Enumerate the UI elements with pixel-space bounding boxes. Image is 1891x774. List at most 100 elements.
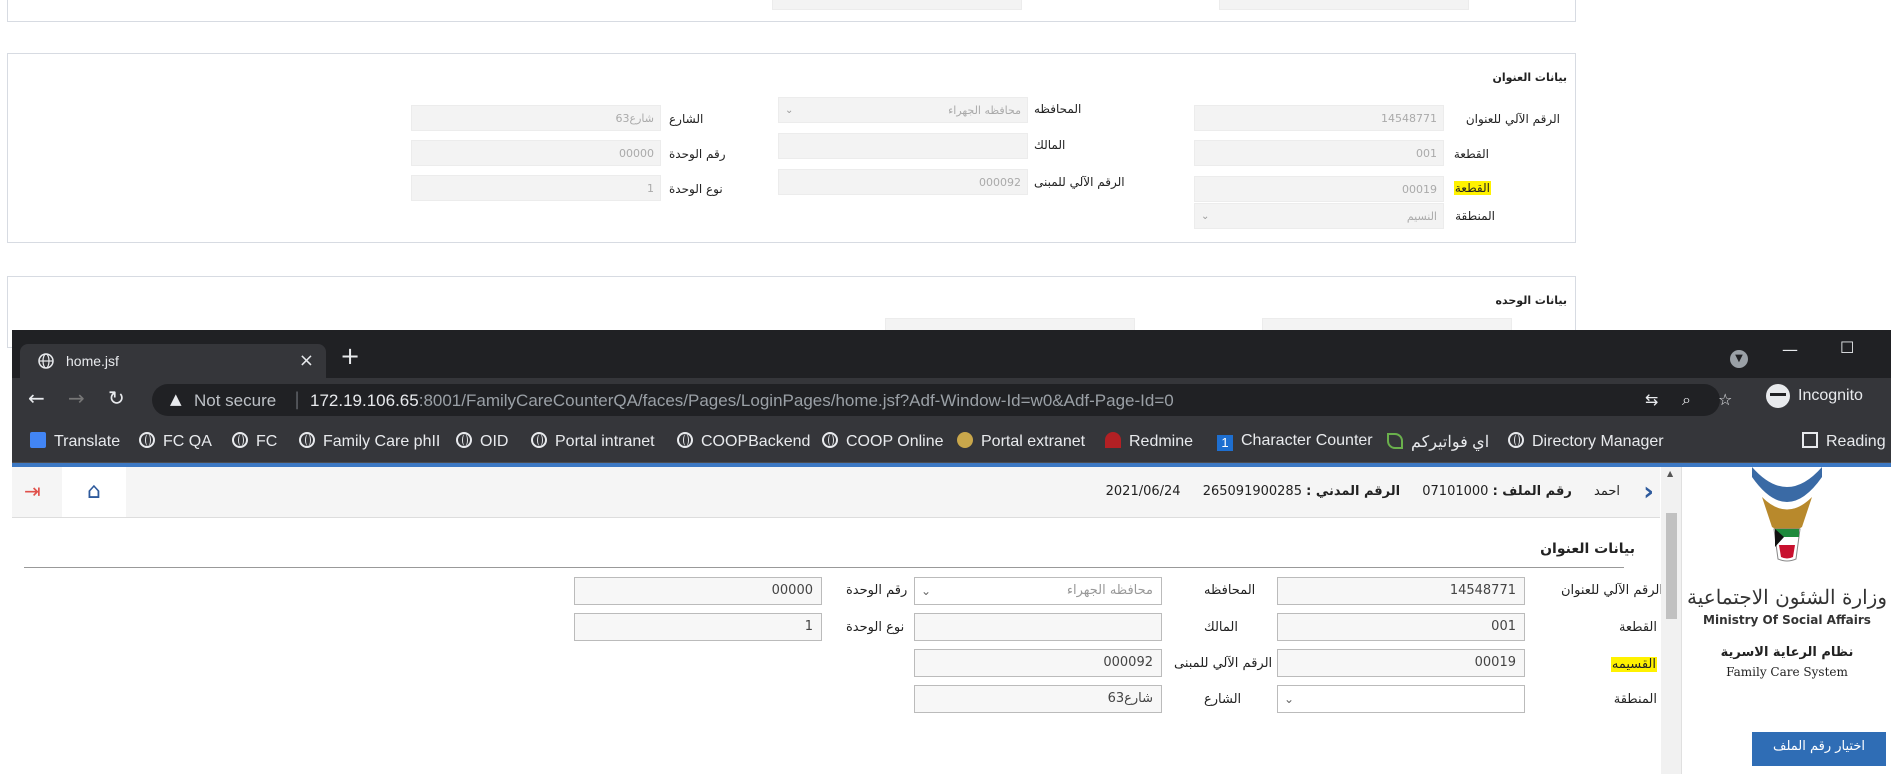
url-text[interactable]: 172.19.106.65:8001/FamilyCareCounterQA/f… bbox=[310, 391, 1174, 411]
bg-select-governorate: ⌄ محافظه الجهراء bbox=[778, 97, 1028, 123]
globe-icon bbox=[38, 353, 54, 369]
bg-label-street: الشارع bbox=[669, 112, 704, 126]
close-icon[interactable]: × bbox=[299, 350, 314, 371]
label-unit-no: رقم الوحدة bbox=[846, 583, 908, 598]
warning-triangle-icon: ▲ bbox=[170, 390, 182, 408]
label-governorate: المحافظه bbox=[1204, 583, 1256, 598]
security-status[interactable]: Not secure bbox=[194, 391, 276, 411]
reload-icon[interactable]: ↻ bbox=[108, 386, 125, 410]
address-bar[interactable]: ▲ Not secure | 172.19.106.65:8001/Family… bbox=[152, 384, 1732, 416]
input-block[interactable]: 001 bbox=[1277, 613, 1525, 641]
google-translate-icon bbox=[30, 432, 46, 448]
bookmark-fc-qa[interactable]: FC QA bbox=[139, 432, 212, 451]
bookmark-coopbackend[interactable]: COOPBackend bbox=[677, 432, 810, 451]
redmine-icon bbox=[1105, 432, 1121, 448]
bg-input-unit-no: 00000 bbox=[411, 140, 661, 166]
chevron-right-icon[interactable]: › bbox=[1643, 477, 1654, 507]
maximize-icon[interactable]: ☐ bbox=[1840, 338, 1854, 357]
system-name-english: Family Care System bbox=[1726, 665, 1848, 679]
bg-section-title: بيانات العنوان bbox=[1492, 71, 1567, 84]
scroll-up-arrow-icon[interactable]: ▲ bbox=[1667, 469, 1673, 478]
bg-label-owner: المالك bbox=[1034, 138, 1066, 152]
page-content: ⇥ ⌂ احمد رقم الملف : 07101000 الرقم المد… bbox=[12, 467, 1891, 774]
label-qasima: القسيمه bbox=[1610, 657, 1657, 672]
bookmark-fc[interactable]: FC bbox=[232, 432, 277, 451]
incognito-profile[interactable]: Incognito bbox=[1766, 384, 1863, 408]
bg-label-area: المنطقة bbox=[1455, 209, 1495, 223]
back-arrow-icon[interactable]: ← bbox=[28, 386, 45, 410]
home-icon: ⌂ bbox=[87, 479, 101, 504]
globe-icon bbox=[299, 432, 315, 448]
globe-icon bbox=[822, 432, 838, 448]
tab-title: home.jsf bbox=[66, 353, 119, 369]
label-street: الشارع bbox=[1204, 692, 1242, 707]
bookmark-family-care-phii[interactable]: Family Care phII bbox=[299, 432, 440, 451]
bookmark-directory-manager[interactable]: Directory Manager bbox=[1508, 432, 1664, 451]
bookmark-portal-extranet[interactable]: Portal extranet bbox=[957, 432, 1085, 451]
globe-icon bbox=[677, 432, 693, 448]
content-scrollbar[interactable]: ▲ bbox=[1661, 467, 1681, 774]
app-sidebar: وزارة الشئون الاجتماعية Ministry Of Soci… bbox=[1681, 467, 1891, 774]
globe-icon bbox=[456, 432, 472, 448]
label-owner: المالك bbox=[1204, 620, 1238, 635]
select-governorate[interactable]: ⌄ محافظه الجهراء bbox=[914, 577, 1162, 605]
browser-tab[interactable]: home.jsf × bbox=[20, 344, 326, 378]
input-street[interactable]: شارع63 bbox=[914, 685, 1162, 713]
select-area[interactable]: ⌄ bbox=[1277, 685, 1525, 713]
ministry-name-arabic: وزارة الشئون الاجتماعية bbox=[1687, 585, 1887, 609]
input-unit-no[interactable]: 00000 bbox=[574, 577, 822, 605]
reading-list[interactable]: Reading bbox=[1802, 432, 1886, 451]
input-qasima[interactable]: 00019 bbox=[1277, 649, 1525, 677]
bg-top-input-2 bbox=[1219, 0, 1469, 10]
tab-search-icon[interactable]: ▼ bbox=[1730, 350, 1748, 368]
bg-input-block: 001 bbox=[1194, 140, 1444, 166]
bg-address-panel: بيانات العنوان الرقم الآلي للعنوان 14548… bbox=[7, 53, 1576, 243]
bookmark-character-counter[interactable]: 1 Character Counter bbox=[1217, 432, 1373, 451]
globe-icon bbox=[1508, 432, 1524, 448]
bg-top-input-1 bbox=[772, 0, 1022, 10]
bg-label-unit-type: نوع الوحدة bbox=[669, 182, 723, 196]
input-address-auto-no[interactable]: 14548771 bbox=[1277, 577, 1525, 605]
label-block: القطعة bbox=[1618, 620, 1657, 635]
browser-window: home.jsf × + ▼ — ☐ ← → ↻ ▲ Not secure | … bbox=[12, 330, 1891, 774]
zoom-icon[interactable]: ⌕ bbox=[1682, 390, 1691, 410]
bg-label-building-auto-no: الرقم الآلي للمبنى bbox=[1034, 175, 1125, 189]
forward-arrow-icon[interactable]: → bbox=[68, 386, 85, 410]
user-info: احمد رقم الملف : 07101000 الرقم المدني :… bbox=[1088, 484, 1620, 499]
home-button[interactable]: ⌂ bbox=[62, 467, 126, 517]
app-header: ⇥ ⌂ احمد رقم الملف : 07101000 الرقم المد… bbox=[12, 467, 1660, 518]
bookmark-ai-fawatirkum[interactable]: اي فواتيركم bbox=[1387, 432, 1489, 452]
input-owner[interactable] bbox=[914, 613, 1162, 641]
bookmark-portal-intranet[interactable]: Portal intranet bbox=[531, 432, 655, 451]
bg-input-address-auto-no: 14548771 bbox=[1194, 105, 1444, 131]
section-title: بيانات العنوان bbox=[1540, 541, 1635, 557]
section-divider bbox=[24, 567, 1624, 568]
bg-input-street: شارع63 bbox=[411, 105, 661, 131]
logout-icon[interactable]: ⇥ bbox=[24, 479, 50, 505]
ministry-name-english: Ministry Of Social Affairs bbox=[1703, 613, 1871, 627]
select-file-number-button[interactable]: اختيار رقم الملف bbox=[1752, 732, 1886, 766]
bookmark-oid[interactable]: OID bbox=[456, 432, 508, 451]
bookmark-translate[interactable]: Translate bbox=[30, 432, 120, 451]
bg-label-unit-no: رقم الوحدة bbox=[669, 147, 726, 161]
bookmark-coop-online[interactable]: COOP Online bbox=[822, 432, 944, 451]
user-name: احمد bbox=[1594, 484, 1620, 499]
portal-emblem-icon bbox=[957, 432, 973, 448]
globe-icon bbox=[531, 432, 547, 448]
translate-icon[interactable]: ⇆ bbox=[1645, 390, 1658, 409]
scroll-thumb[interactable] bbox=[1666, 513, 1677, 619]
star-icon[interactable]: ☆ bbox=[1718, 390, 1732, 409]
kuwait-emblem-icon bbox=[1752, 467, 1822, 562]
bg-input-unit-type: 1 bbox=[411, 175, 661, 201]
bookmark-redmine[interactable]: Redmine bbox=[1105, 432, 1193, 451]
input-unit-type[interactable]: 1 bbox=[574, 613, 822, 641]
bg-label-governorate: المحافظه bbox=[1034, 102, 1082, 116]
system-name-arabic: نظام الرعاية الاسرية bbox=[1720, 645, 1854, 660]
input-building-auto-no[interactable]: 000092 bbox=[914, 649, 1162, 677]
minimize-icon[interactable]: — bbox=[1782, 340, 1798, 359]
incognito-icon bbox=[1766, 384, 1790, 408]
file-no-group: رقم الملف : 07101000 bbox=[1422, 484, 1572, 499]
new-tab-button[interactable]: + bbox=[340, 342, 360, 370]
label-building-auto-no: الرقم الآلي للمبنى bbox=[1174, 656, 1273, 671]
bg-select-area: ⌄ النسيم bbox=[1194, 203, 1444, 229]
